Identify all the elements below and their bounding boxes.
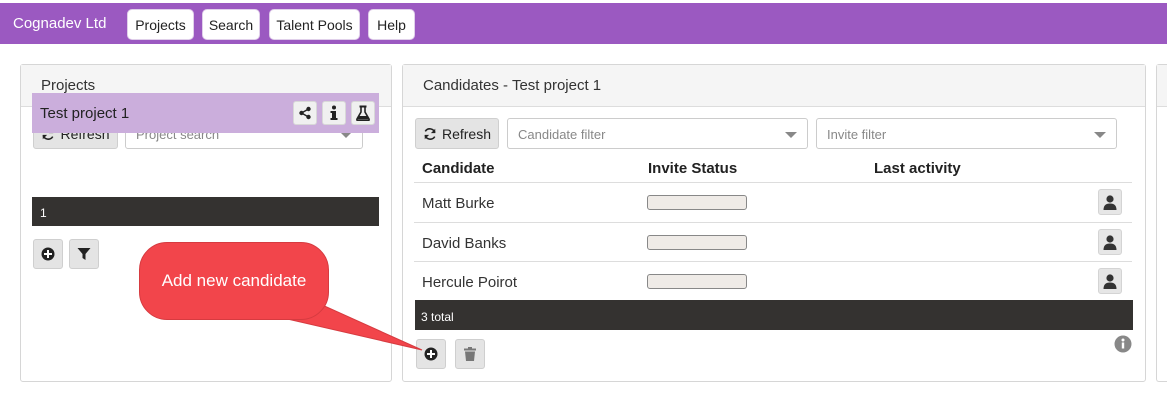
flask-icon bbox=[356, 105, 370, 121]
project-count: 1 bbox=[40, 206, 47, 220]
project-name: Test project 1 bbox=[40, 105, 130, 122]
next-panel-header bbox=[1157, 65, 1167, 107]
info-circle-icon bbox=[1114, 335, 1132, 353]
invite-status-indicator bbox=[647, 195, 747, 210]
candidate-profile-button[interactable] bbox=[1098, 189, 1122, 215]
user-icon bbox=[1103, 273, 1117, 289]
table-row[interactable]: David Banks bbox=[414, 222, 1132, 262]
plus-circle-icon bbox=[424, 347, 438, 361]
nav-talent-pools-button[interactable]: Talent Pools bbox=[269, 9, 360, 40]
top-nav-bar: Cognadev Ltd Projects Search Talent Pool… bbox=[0, 3, 1167, 44]
candidate-name: Matt Burke bbox=[422, 195, 495, 212]
invite-filter-placeholder: Invite filter bbox=[827, 127, 887, 142]
candidate-name: Hercule Poirot bbox=[422, 274, 518, 291]
invite-status-indicator bbox=[647, 274, 747, 289]
user-icon bbox=[1103, 234, 1117, 250]
project-row-selected[interactable]: Test project 1 bbox=[32, 93, 379, 133]
add-candidate-button[interactable] bbox=[416, 339, 446, 369]
candidates-panel-title: Candidates - Test project 1 bbox=[403, 65, 1145, 107]
refresh-icon bbox=[424, 127, 436, 140]
info-button[interactable] bbox=[322, 101, 346, 125]
callout-text: Add new candidate bbox=[161, 271, 307, 290]
candidate-name: David Banks bbox=[422, 235, 507, 252]
filter-button[interactable] bbox=[69, 239, 99, 269]
plus-circle-icon bbox=[41, 247, 55, 261]
candidates-refresh-button[interactable]: Refresh bbox=[415, 118, 499, 149]
nav-projects-button[interactable]: Projects bbox=[127, 9, 194, 40]
candidate-profile-button[interactable] bbox=[1098, 229, 1122, 255]
column-header-invite-status[interactable]: Invite Status bbox=[648, 160, 737, 177]
chevron-down-icon bbox=[1094, 132, 1106, 138]
table-row[interactable]: Matt Burke bbox=[414, 182, 1132, 222]
test-button[interactable] bbox=[351, 101, 375, 125]
table-row[interactable]: Hercule Poirot bbox=[414, 261, 1132, 301]
invite-status-indicator bbox=[647, 235, 747, 250]
candidate-filter-placeholder: Candidate filter bbox=[518, 127, 606, 142]
delete-candidate-button[interactable] bbox=[455, 339, 485, 369]
info-circle-button[interactable] bbox=[1114, 335, 1132, 353]
invite-filter-select[interactable]: Invite filter bbox=[816, 118, 1117, 149]
candidates-total: 3 total bbox=[421, 310, 454, 324]
candidate-profile-button[interactable] bbox=[1098, 268, 1122, 294]
share-icon bbox=[299, 106, 311, 120]
nav-help-button[interactable]: Help bbox=[368, 9, 415, 40]
info-icon bbox=[330, 105, 338, 120]
add-candidate-callout: Add new candidate bbox=[139, 242, 329, 320]
chevron-down-icon bbox=[785, 132, 797, 138]
next-panel-edge bbox=[1156, 64, 1167, 382]
column-header-last-activity[interactable]: Last activity bbox=[874, 160, 961, 177]
candidates-total-bar: 3 total bbox=[415, 300, 1133, 330]
user-icon bbox=[1103, 194, 1117, 210]
add-project-button[interactable] bbox=[33, 239, 63, 269]
candidate-filter-select[interactable]: Candidate filter bbox=[507, 118, 808, 149]
brand-name: Cognadev Ltd bbox=[13, 15, 107, 32]
refresh-label: Refresh bbox=[441, 125, 492, 142]
column-header-candidate[interactable]: Candidate bbox=[422, 160, 495, 177]
project-count-bar: 1 bbox=[32, 197, 379, 226]
trash-icon bbox=[464, 347, 476, 361]
share-button[interactable] bbox=[293, 101, 317, 125]
nav-search-button[interactable]: Search bbox=[202, 9, 260, 40]
filter-icon bbox=[77, 248, 91, 260]
